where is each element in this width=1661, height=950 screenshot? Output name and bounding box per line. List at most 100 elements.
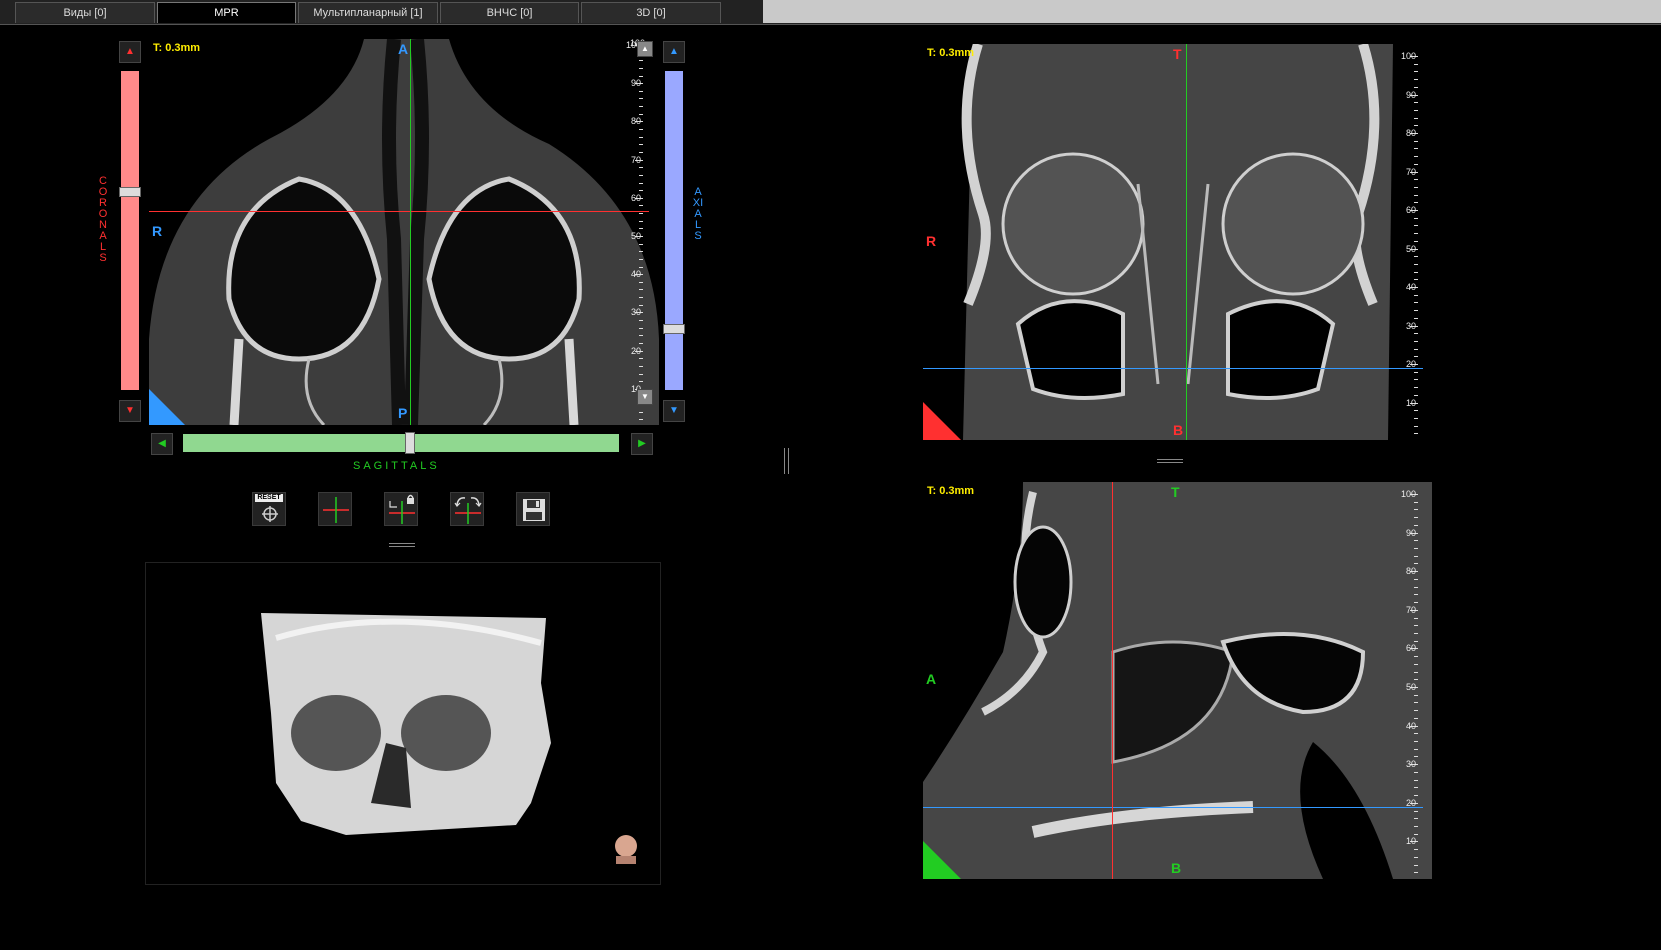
ruler-tick — [1414, 625, 1418, 627]
axial-slider-thumb[interactable] — [663, 324, 685, 335]
ruler-tick — [1414, 748, 1418, 750]
sagittal-crosshair-line[interactable] — [1186, 44, 1187, 440]
ruler-tick — [1414, 71, 1418, 73]
coronal-view[interactable]: T: 0.3mm T B R 10 20 30 40 50 60 70 80 90 100 — [923, 44, 1432, 440]
coronal-slider[interactable] — [119, 71, 141, 390]
ruler-scroll-down-button[interactable]: ▼ — [637, 389, 653, 405]
coronal-crosshair-line[interactable] — [1112, 482, 1113, 879]
crosshair-button[interactable] — [318, 492, 352, 526]
ruler-tick — [1414, 578, 1418, 580]
ruler-tick — [1414, 317, 1418, 319]
axial-slider-down-button[interactable]: ▼ — [663, 400, 685, 422]
ruler-tick — [1414, 256, 1418, 258]
reset-button[interactable]: RESET — [252, 492, 286, 526]
coronal-slider-thumb[interactable] — [119, 187, 141, 198]
coronal-slider-down-button[interactable]: ▼ — [119, 400, 141, 422]
ruler-tick — [639, 289, 643, 291]
slice-thickness-label: T: 0.3mm — [927, 47, 975, 59]
sagittal-slider-thumb[interactable] — [404, 432, 415, 454]
orientation-bottom-label: B — [1173, 422, 1184, 438]
ruler-tick — [1414, 86, 1418, 88]
axial-slider[interactable] — [663, 71, 685, 390]
sagittal-slider-track[interactable] — [183, 432, 619, 454]
tab-tmj[interactable]: ВНЧС [0] — [440, 2, 579, 23]
volume-3d-view[interactable] — [145, 562, 661, 885]
tab-3d[interactable]: 3D [0] — [581, 2, 721, 23]
ruler-tick — [639, 75, 643, 77]
ruler-label: 20 — [1405, 359, 1416, 369]
sagittal-view[interactable]: T: 0.3mm T B A 10 20 30 40 50 60 70 80 90 100 — [923, 482, 1432, 879]
ruler-tick — [639, 358, 643, 360]
axial-crosshair-line[interactable] — [923, 807, 1423, 808]
ruler-tick — [1414, 125, 1418, 127]
ruler-label: 50 — [630, 231, 641, 241]
coronal-crosshair-line[interactable] — [149, 211, 649, 212]
ruler-tick — [639, 182, 643, 184]
ruler-tick — [1414, 371, 1418, 373]
axial-slider-track[interactable] — [665, 71, 683, 390]
ruler-tick — [639, 281, 643, 283]
ruler-label: 60 — [1405, 643, 1416, 654]
ruler-scroll-up-button[interactable]: ▲ — [637, 41, 653, 57]
ruler-tick — [1414, 240, 1418, 242]
ruler-tick — [639, 335, 643, 337]
orientation-bottom-label: B — [1171, 860, 1182, 876]
ruler-tick — [1414, 233, 1418, 235]
mm-ruler: 10 20 30 40 50 60 70 80 90 100 — [1401, 44, 1432, 440]
ruler-label: 20 — [1405, 797, 1416, 808]
ruler-tick — [1414, 501, 1418, 503]
ruler-tick — [1414, 548, 1418, 550]
orientation-head-icon[interactable] — [614, 833, 636, 865]
ruler-tick — [639, 113, 643, 115]
ruler-label: 60 — [1405, 205, 1416, 215]
ruler-tick — [1414, 771, 1418, 773]
ruler-tick — [1414, 617, 1418, 619]
ruler-tick — [1414, 679, 1418, 681]
orientation-top-label: T — [1171, 484, 1180, 500]
vertical-splitter-handle[interactable] — [784, 448, 789, 474]
ruler-tick — [1414, 594, 1418, 596]
save-button[interactable] — [516, 492, 550, 526]
ruler-tick — [639, 144, 643, 146]
ruler-tick — [639, 327, 643, 329]
ruler-label: 70 — [630, 154, 641, 165]
ruler-tick — [1414, 186, 1418, 188]
lock-crosshair-button[interactable] — [384, 492, 418, 526]
coronal-slider-up-button[interactable]: ▲ — [119, 41, 141, 63]
axial-crosshair-line[interactable] — [923, 368, 1423, 369]
ruler-tick — [639, 106, 643, 108]
ruler-tick — [639, 243, 643, 245]
coronal-slider-track[interactable] — [121, 71, 139, 390]
tab-mpr[interactable]: MPR — [157, 2, 296, 23]
ruler-tick — [1414, 387, 1418, 389]
ruler-tick — [639, 167, 643, 169]
ruler-label: 30 — [1405, 759, 1416, 770]
ruler-tick — [1414, 710, 1418, 712]
rotate-crosshair-button[interactable] — [450, 492, 484, 526]
ruler-label: 40 — [630, 269, 641, 280]
ruler-label: 50 — [1405, 682, 1416, 692]
panel-splitter-handle[interactable] — [389, 542, 415, 548]
ruler-tick — [1414, 756, 1418, 758]
panel-splitter-handle[interactable] — [1157, 458, 1183, 464]
ruler-tick — [1414, 694, 1418, 696]
ruler-tick — [1414, 833, 1418, 835]
sagittal-slider-right-button[interactable]: ▶ — [631, 433, 653, 455]
ruler-tick — [1414, 63, 1418, 65]
axial-slider-up-button[interactable]: ▲ — [663, 41, 685, 63]
ruler-label: 20 — [630, 345, 641, 356]
axial-view[interactable]: T: 0.3mm A P R 102030405060708090100 100… — [149, 39, 659, 425]
tab-multiplanar[interactable]: Мультипланарный [1] — [298, 2, 438, 23]
ruler-tick — [1414, 340, 1418, 342]
ruler-label: 80 — [1405, 566, 1416, 577]
sagittal-crosshair-line[interactable] — [410, 39, 411, 425]
ruler-tick — [1414, 433, 1418, 435]
ruler-label: 80 — [630, 116, 641, 127]
ruler-tick — [639, 411, 643, 413]
sagittal-slider-left-button[interactable]: ◀ — [151, 433, 173, 455]
ruler-tick — [1414, 856, 1418, 858]
ruler-tick — [639, 381, 643, 383]
ruler-tick — [1414, 194, 1418, 196]
tab-views[interactable]: Виды [0] — [15, 2, 155, 23]
ruler-tick — [639, 136, 643, 138]
